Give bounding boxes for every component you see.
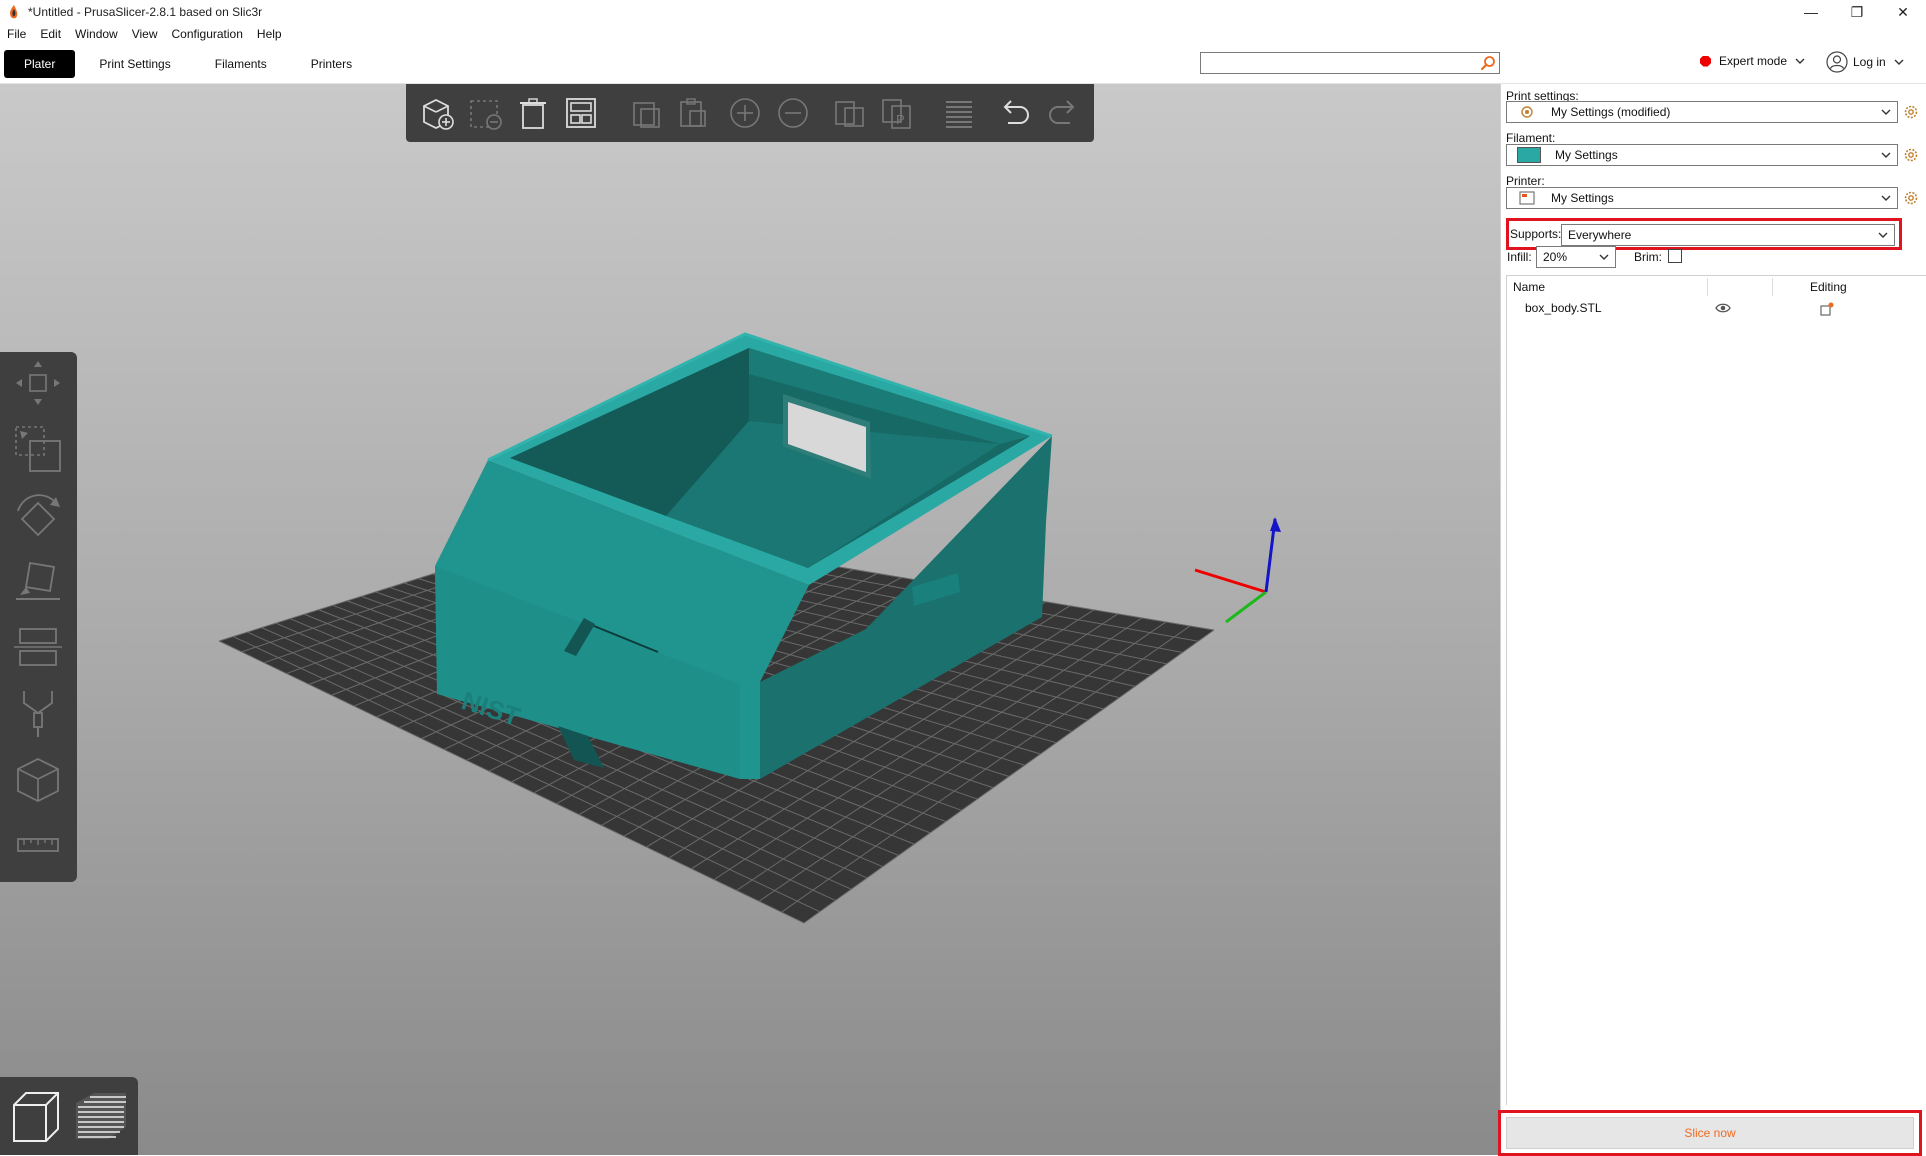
- menu-configuration[interactable]: Configuration: [165, 27, 250, 41]
- chevron-down-icon: [1881, 109, 1891, 115]
- menu-file[interactable]: File: [0, 27, 33, 41]
- list-item[interactable]: box_body.STL: [1507, 298, 1926, 320]
- supports-value: Everywhere: [1568, 228, 1632, 242]
- login-label: Log in: [1853, 55, 1886, 69]
- 3d-viewport[interactable]: NIST P: [0, 84, 1500, 1155]
- close-button[interactable]: ✕: [1880, 0, 1926, 24]
- x-axis: [1194, 568, 1267, 594]
- split-parts-icon[interactable]: P: [878, 94, 916, 132]
- preview-layers-icon[interactable]: [70, 1083, 132, 1149]
- mode-selector[interactable]: Expert mode: [1700, 54, 1807, 68]
- gizmo-toolbar: [0, 352, 77, 882]
- filament-value: My Settings: [1555, 148, 1618, 162]
- gear-icon[interactable]: [1903, 104, 1919, 120]
- measure-icon[interactable]: [12, 819, 64, 871]
- chevron-down-icon: [1878, 232, 1888, 238]
- chevron-down-icon: [1599, 254, 1609, 260]
- cut-icon[interactable]: [12, 621, 64, 673]
- prusaslicer-logo-icon: [10, 5, 18, 19]
- svg-text:P: P: [896, 112, 905, 127]
- printer-label: Printer:: [1506, 174, 1545, 188]
- title-bar: *Untitled - PrusaSlicer-2.8.1 based on S…: [0, 0, 1926, 24]
- eye-icon[interactable]: [1715, 301, 1731, 315]
- brim-label: Brim:: [1634, 250, 1662, 264]
- remove-instance-icon[interactable]: [774, 94, 812, 132]
- edit-object-icon[interactable]: [1819, 301, 1835, 317]
- tab-printers[interactable]: Printers: [291, 50, 372, 78]
- paste-icon[interactable]: [674, 94, 712, 132]
- supports-combo[interactable]: Everywhere: [1561, 224, 1895, 246]
- slice-now-button[interactable]: Slice now: [1506, 1117, 1914, 1149]
- split-objects-icon[interactable]: [831, 94, 869, 132]
- print-settings-icon: [1521, 106, 1533, 118]
- layers-editing-icon[interactable]: [940, 94, 978, 132]
- filament-color-swatch: [1517, 147, 1541, 163]
- menu-view[interactable]: View: [125, 27, 165, 41]
- redo-icon[interactable]: [1044, 94, 1082, 132]
- chevron-down-icon: [1894, 59, 1904, 65]
- tab-print-settings[interactable]: Print Settings: [79, 50, 190, 78]
- header-divider: [1772, 278, 1773, 296]
- login-button[interactable]: Log in: [1826, 51, 1906, 73]
- menu-help[interactable]: Help: [250, 27, 289, 41]
- col-editing-header[interactable]: Editing: [1810, 276, 1847, 298]
- seam-painting-icon[interactable]: [12, 753, 64, 805]
- mode-indicator-icon: [1700, 55, 1711, 67]
- print-settings-value: My Settings (modified): [1551, 105, 1671, 119]
- delete-selected-icon[interactable]: [466, 94, 504, 132]
- slice-now-highlight: Slice now: [1498, 1110, 1922, 1156]
- mode-label: Expert mode: [1719, 54, 1788, 68]
- add-instance-icon[interactable]: [726, 94, 764, 132]
- scene-canvas[interactable]: NIST: [0, 84, 1500, 1155]
- undo-icon[interactable]: [996, 94, 1034, 132]
- tab-plater[interactable]: Plater: [4, 49, 76, 78]
- user-avatar-icon: [1826, 51, 1848, 73]
- printer-combo[interactable]: My Settings: [1506, 187, 1898, 209]
- copy-icon[interactable]: [628, 94, 666, 132]
- gear-icon[interactable]: [1903, 147, 1919, 163]
- filament-combo[interactable]: My Settings: [1506, 144, 1898, 166]
- search-input[interactable]: [1200, 52, 1500, 74]
- y-axis: [1225, 590, 1267, 624]
- menu-edit[interactable]: Edit: [33, 27, 68, 41]
- print-settings-combo[interactable]: My Settings (modified): [1506, 101, 1898, 123]
- add-object-icon[interactable]: [418, 94, 456, 132]
- rotate-icon[interactable]: [12, 489, 64, 541]
- menu-window[interactable]: Window: [68, 27, 125, 41]
- infill-label: Infill:: [1507, 250, 1532, 264]
- tab-bar: Plater Print Settings Filaments Printers: [0, 44, 1926, 84]
- right-sidebar: Print settings: My Settings (modified) F…: [1498, 84, 1926, 1156]
- filament-label: Filament:: [1506, 131, 1556, 145]
- move-icon[interactable]: [12, 357, 64, 409]
- brim-checkbox[interactable]: [1668, 249, 1682, 263]
- chevron-down-icon: [1881, 195, 1891, 201]
- menu-bar: File Edit Window View Configuration Help: [0, 24, 1926, 44]
- object-list: Name Editing box_body.STL: [1506, 275, 1926, 1105]
- chevron-down-icon: [1795, 58, 1805, 64]
- header-divider: [1707, 278, 1708, 296]
- view-switcher: [0, 1077, 138, 1155]
- window-title: *Untitled - PrusaSlicer-2.8.1 based on S…: [28, 5, 263, 19]
- gear-icon[interactable]: [1903, 190, 1919, 206]
- plater-toolbar: P: [406, 84, 1094, 142]
- col-name-header[interactable]: Name: [1513, 276, 1545, 298]
- infill-combo[interactable]: 20%: [1536, 246, 1616, 268]
- printer-value: My Settings: [1551, 191, 1614, 205]
- z-axis-arrow: [1270, 517, 1281, 532]
- supports-label: Supports:: [1510, 227, 1562, 241]
- place-on-face-icon[interactable]: [12, 555, 64, 607]
- printer-icon: [1519, 191, 1535, 205]
- 3d-view-icon[interactable]: [4, 1083, 66, 1149]
- chevron-down-icon: [1881, 152, 1891, 158]
- delete-all-icon[interactable]: [514, 94, 552, 132]
- maximize-button[interactable]: ❐: [1834, 0, 1880, 24]
- scale-icon[interactable]: [12, 423, 64, 475]
- tab-filaments[interactable]: Filaments: [195, 50, 287, 78]
- object-name: box_body.STL: [1525, 301, 1602, 315]
- arrange-icon[interactable]: [562, 94, 600, 132]
- search-icon[interactable]: [1480, 55, 1496, 71]
- minimize-button[interactable]: —: [1788, 0, 1834, 24]
- paint-supports-icon[interactable]: [12, 687, 64, 739]
- infill-value: 20%: [1543, 250, 1568, 264]
